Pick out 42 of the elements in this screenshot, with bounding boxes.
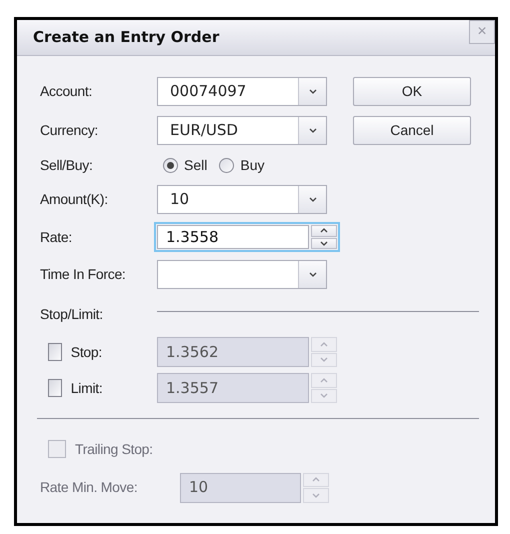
dialog-button[interactable]: OK — [353, 77, 471, 106]
dropdown-value: 00074097 — [169, 81, 248, 102]
field-label: Sell/Buy: — [40, 156, 94, 175]
chevron-down-icon — [320, 240, 328, 246]
field-label: Time In Force: — [40, 265, 127, 284]
field-label: Amount(K): — [40, 190, 109, 209]
chevron-down-icon — [308, 89, 316, 94]
dropdown[interactable]: EUR/USD — [157, 116, 327, 145]
field-label: Account: — [40, 82, 94, 101]
field-label: Currency: — [40, 121, 99, 140]
dropdown-value: 10 — [169, 189, 190, 210]
chevron-down-icon — [320, 393, 328, 398]
chevron-down-icon — [320, 357, 328, 362]
field-label: Stop/Limit: — [40, 304, 104, 324]
field-label: Trailing Stop: — [75, 440, 154, 459]
chevron-up-icon — [312, 477, 320, 482]
dropdown-value: EUR/USD — [169, 120, 239, 142]
chevron-up-icon — [320, 228, 328, 234]
dropdown-button[interactable] — [298, 78, 326, 105]
dialog-button[interactable]: Cancel — [353, 116, 471, 145]
field-label: Rate Min. Move: — [40, 478, 138, 497]
field-label: Rate: — [40, 228, 73, 246]
combo-box[interactable]: 10 — [157, 185, 327, 214]
chevron-down-icon — [312, 492, 320, 498]
dropdown-button[interactable] — [298, 117, 326, 144]
window-title: Create an Entry Order — [33, 27, 220, 48]
radio-option[interactable]: Buy — [219, 154, 264, 176]
number-input[interactable]: 1.3558 — [157, 225, 309, 249]
chevron-down-icon — [308, 128, 316, 133]
chevron-down-icon — [308, 197, 316, 202]
spin-up-button[interactable] — [311, 225, 337, 236]
radio-option[interactable]: Sell — [163, 154, 208, 176]
spin-down-button[interactable] — [311, 238, 337, 249]
field-label: Limit: — [70, 378, 104, 398]
chevron-down-icon — [308, 272, 316, 277]
dropdown[interactable] — [157, 260, 327, 289]
dropdown-button[interactable] — [298, 261, 326, 288]
chevron-up-icon — [320, 378, 328, 383]
dropdown-button[interactable] — [298, 186, 326, 213]
dropdown[interactable]: 00074097 — [157, 77, 327, 106]
chevron-up-icon — [320, 342, 328, 347]
field-label: Stop: — [70, 342, 103, 362]
